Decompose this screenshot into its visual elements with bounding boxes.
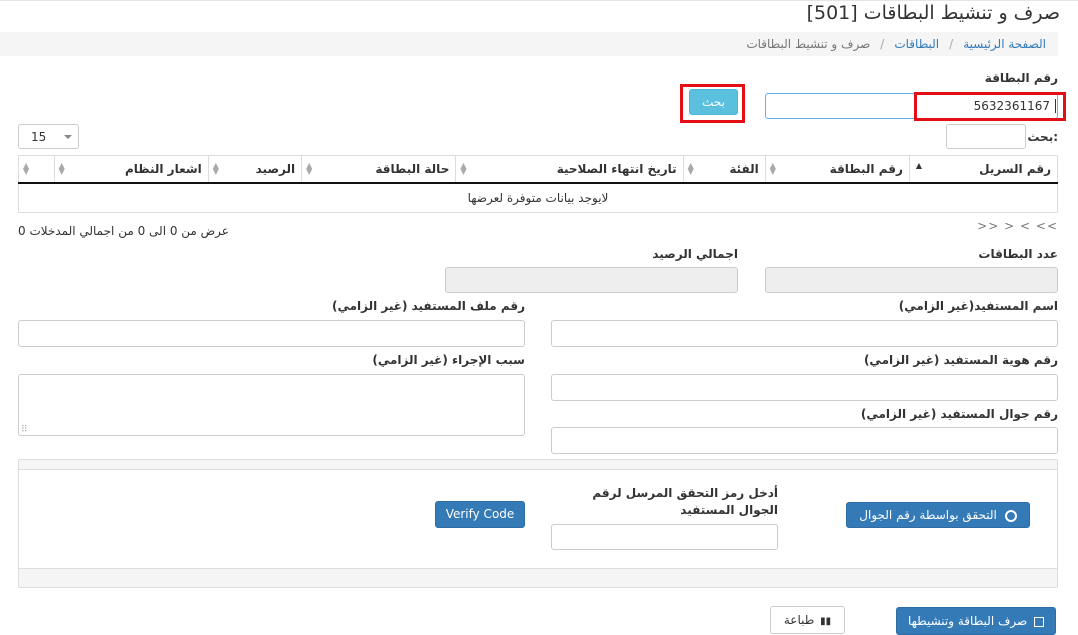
table-info: عرض من 0 الى 0 من اجمالي المدخلات 0 bbox=[18, 224, 229, 238]
verify-by-mobile-button[interactable]: التحقق بواسطة رقم الجوال bbox=[846, 502, 1030, 528]
pager-last[interactable]: >> bbox=[977, 219, 999, 233]
beneficiary-mobile-label: رقم جوال المستفيد (غير الزامي) bbox=[860, 407, 1058, 421]
sort-asc-icon: ▲ bbox=[915, 161, 923, 170]
card-number-input[interactable]: 5632361167 bbox=[920, 97, 1050, 115]
beneficiary-name-input[interactable] bbox=[551, 320, 1058, 347]
reason-textarea[interactable]: ⠿ bbox=[18, 374, 525, 436]
sort-icon: ▲ ▼ bbox=[769, 161, 776, 176]
sort-icon: ▲ ▼ bbox=[23, 161, 30, 176]
page-size-select[interactable]: 15 bbox=[18, 124, 79, 149]
sort-icon: ▲ ▼ bbox=[687, 161, 694, 176]
column-header-notification[interactable]: اشعار النظام ▲ ▼ bbox=[53, 155, 209, 184]
text-cursor bbox=[1055, 99, 1056, 113]
pager-prev[interactable]: < bbox=[1020, 219, 1031, 233]
beneficiary-file-input[interactable] bbox=[18, 320, 525, 347]
card-count-label: عدد البطاقات bbox=[978, 247, 1058, 261]
column-header-extra[interactable]: ▲ ▼ bbox=[18, 155, 55, 184]
beneficiary-name-label: اسم المستفيد(غير الزامي) bbox=[898, 299, 1058, 313]
card-number-label: رقم البطاقة bbox=[984, 71, 1058, 85]
column-header-category[interactable]: الفئة ▲ ▼ bbox=[682, 155, 766, 184]
breadcrumb-cards-link[interactable]: البطاقات bbox=[894, 37, 939, 51]
breadcrumb: الصفحة الرئيسية / البطاقات / صرف و تنشيط الب… bbox=[0, 32, 1058, 56]
sort-icon: ▲ ▼ bbox=[58, 161, 65, 176]
chevron-down-icon bbox=[64, 135, 72, 139]
verification-code-input[interactable] bbox=[551, 524, 778, 550]
breadcrumb-home-link[interactable]: الصفحة الرئيسية bbox=[963, 37, 1046, 51]
print-button[interactable]: طباعة ▮▮ bbox=[770, 606, 845, 634]
panel-footer bbox=[19, 568, 1057, 587]
breadcrumb-separator: / bbox=[949, 37, 954, 51]
panel-header bbox=[19, 460, 1057, 470]
reason-label: سبب الإجراء (غير الزامي) bbox=[372, 353, 525, 367]
column-header-balance[interactable]: الرصيد ▲ ▼ bbox=[207, 155, 303, 184]
filter-label: :بحث bbox=[1027, 130, 1058, 144]
column-header-expiry[interactable]: تاريخ انتهاء الصلاحية ▲ ▼ bbox=[455, 155, 684, 184]
beneficiary-id-input[interactable] bbox=[551, 374, 1058, 401]
card-count-field bbox=[765, 267, 1058, 293]
search-button[interactable]: بحث bbox=[689, 89, 738, 115]
page-title: صرف و تنشيط البطاقات [501] bbox=[806, 2, 1060, 24]
pagination: >> > < << bbox=[977, 219, 1058, 233]
beneficiary-mobile-input[interactable] bbox=[551, 427, 1058, 454]
pager-first[interactable]: << bbox=[1036, 219, 1058, 233]
filter-input[interactable] bbox=[946, 124, 1026, 149]
search-icon bbox=[1004, 509, 1017, 522]
total-balance-field bbox=[445, 267, 738, 293]
column-header-status[interactable]: حالة البطاقة ▲ ▼ bbox=[301, 155, 457, 184]
chart-icon: ▮▮ bbox=[820, 616, 832, 627]
total-balance-label: اجمالي الرصيد bbox=[652, 247, 738, 261]
column-header-serial[interactable]: رقم السريل ▲ bbox=[908, 155, 1059, 184]
resize-handle-icon[interactable]: ⠿ bbox=[21, 425, 28, 435]
column-header-card-number[interactable]: رقم البطاقة ▲ ▼ bbox=[764, 155, 910, 184]
verification-code-label: أدخل رمز التحقق المرسل لرقم الجوال المست… bbox=[592, 486, 778, 517]
cards-table: رقم السريل ▲ رقم البطاقة ▲ ▼ الفئة ▲ ▼ تاريخ … bbox=[18, 155, 1059, 213]
sort-icon: ▲ ▼ bbox=[460, 161, 467, 176]
sort-icon: ▲ ▼ bbox=[306, 161, 313, 176]
save-icon bbox=[1034, 616, 1045, 627]
sort-icon: ▲ ▼ bbox=[212, 161, 219, 176]
breadcrumb-separator: / bbox=[880, 37, 885, 51]
breadcrumb-current: صرف و تنشيط البطاقات bbox=[746, 37, 871, 51]
beneficiary-file-label: رقم ملف المستفيد (غير الزامي) bbox=[331, 299, 525, 313]
cards-table-wrapper: رقم السريل ▲ رقم البطاقة ▲ ▼ الفئة ▲ ▼ تاريخ … bbox=[18, 155, 1059, 213]
verify-code-button[interactable]: Verify Code bbox=[435, 501, 525, 528]
empty-message: لايوجد بيانات متوفرة لعرضها bbox=[18, 182, 1058, 213]
page-size-value: 15 bbox=[31, 130, 47, 144]
issue-activate-button[interactable]: صرف البطاقة وتنشيطها bbox=[896, 607, 1056, 635]
table-row: لايوجد بيانات متوفرة لعرضها bbox=[18, 182, 1058, 213]
top-border bbox=[0, 0, 1078, 1]
beneficiary-id-label: رقم هوية المستفيد (غير الزامي) bbox=[863, 353, 1058, 367]
pager-next[interactable]: > bbox=[1004, 219, 1015, 233]
